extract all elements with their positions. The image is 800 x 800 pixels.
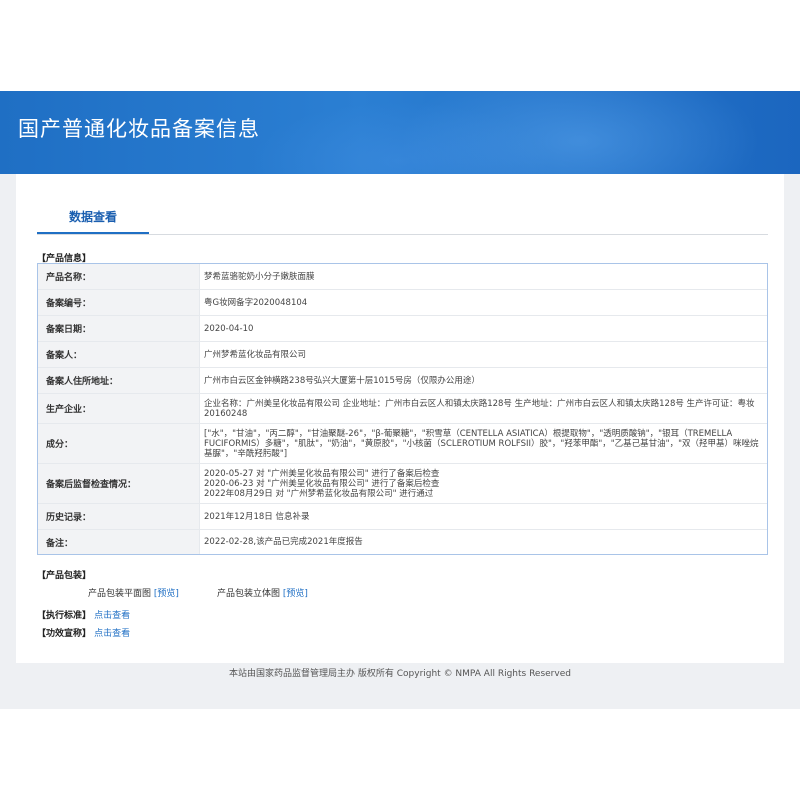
table-row: 产品名称： 梦希蓝骆驼奶小分子嫩肤面膜 [38, 264, 767, 290]
table-row: 备案日期： 2020-04-10 [38, 316, 767, 342]
packaging-section-label: 【产品包装】 [37, 571, 92, 581]
row-value: 梦希蓝骆驼奶小分子嫩肤面膜 [204, 271, 315, 282]
table-row: 备案人住所地址： 广州市白云区金钟横路238号弘兴大厦第十层1015号房（仅限办… [38, 368, 767, 394]
row-label: 备案人住所地址： [38, 368, 200, 393]
packaging-solid-preview-link[interactable]: [预览] [283, 589, 308, 599]
row-value: 粤G妆网备字2020048104 [204, 297, 308, 308]
page-title: 国产普通化妆品备案信息 [18, 117, 260, 141]
row-value: 2021年12月18日 信息补录 [204, 511, 310, 522]
packaging-flat-preview-link[interactable]: [预览] [154, 589, 179, 599]
product-info-table: 产品名称： 梦希蓝骆驼奶小分子嫩肤面膜 备案编号： 粤G妆网备字20200481… [37, 263, 768, 555]
banner-glow [250, 101, 550, 174]
efficacy-section: 【功效宣称】 点击查看 [37, 626, 130, 639]
row-label: 备案人： [38, 342, 200, 367]
row-value: ["水"，"甘油"，"丙二醇"，"甘油聚醚-26"，"β-葡聚糖"，"积雪草（C… [204, 428, 759, 459]
row-value: 2022-02-28,该产品已完成2021年度报告 [204, 537, 363, 547]
table-row: 生产企业： 企业名称：广州美呈化妆品有限公司 企业地址：广州市白云区人和镇太庆路… [38, 394, 767, 424]
packaging-flat: 产品包装平面图 [预览] [88, 586, 179, 599]
row-value-wrap: 2020-05-27 对 "广州美呈化妆品有限公司" 进行了备案后检查 2020… [200, 464, 767, 503]
packaging-flat-label: 产品包装平面图 [88, 589, 152, 599]
standard-section: 【执行标准】 点击查看 [37, 608, 130, 621]
page-banner: 国产普通化妆品备案信息 [0, 91, 800, 174]
row-label: 成分： [38, 424, 200, 463]
row-label: 生产企业： [38, 394, 200, 423]
tab-data-view[interactable]: 数据查看 [37, 208, 149, 234]
standard-section-label: 【执行标准】 [37, 611, 92, 621]
top-blank-area [0, 0, 800, 91]
row-value: 2020-04-10 [204, 323, 254, 334]
table-row: 备案人： 广州梦希蓝化妆品有限公司 [38, 342, 767, 368]
table-row: 备案后监督检查情况： 2020-05-27 对 "广州美呈化妆品有限公司" 进行… [38, 464, 767, 504]
row-value: 广州梦希蓝化妆品有限公司 [204, 349, 307, 360]
row-value: 企业名称：广州美呈化妆品有限公司 企业地址：广州市白云区人和镇太庆路128号 生… [204, 398, 755, 419]
table-row: 备注： 2022-02-28,该产品已完成2021年度报告 [38, 530, 767, 554]
table-row: 历史记录： 2021年12月18日 信息补录 [38, 504, 767, 530]
tab-underline [37, 234, 768, 235]
efficacy-view-link[interactable]: 点击查看 [94, 629, 130, 639]
table-row: 成分： ["水"，"甘油"，"丙二醇"，"甘油聚醚-26"，"β-葡聚糖"，"积… [38, 424, 767, 464]
row-label: 备注： [38, 530, 200, 554]
packaging-solid-label: 产品包装立体图 [217, 589, 281, 599]
row-label: 产品名称： [38, 264, 200, 289]
row-label: 历史记录： [38, 504, 200, 529]
table-row: 备案编号： 粤G妆网备字2020048104 [38, 290, 767, 316]
row-label: 备案编号： [38, 290, 200, 315]
row-label: 备案日期： [38, 316, 200, 341]
efficacy-section-label: 【功效宣称】 [37, 629, 92, 639]
packaging-solid: 产品包装立体图 [预览] [217, 586, 308, 599]
standard-view-link[interactable]: 点击查看 [94, 611, 130, 621]
row-label: 备案后监督检查情况： [38, 464, 200, 503]
footer-copyright: 本站由国家药品监督管理局主办 版权所有 Copyright © NMPA All… [229, 669, 571, 679]
row-value: 广州市白云区金钟横路238号弘兴大厦第十层1015号房（仅限办公用途） [204, 375, 480, 386]
row-value: 2020-05-27 对 "广州美呈化妆品有限公司" 进行了备案后检查 2020… [204, 468, 440, 499]
